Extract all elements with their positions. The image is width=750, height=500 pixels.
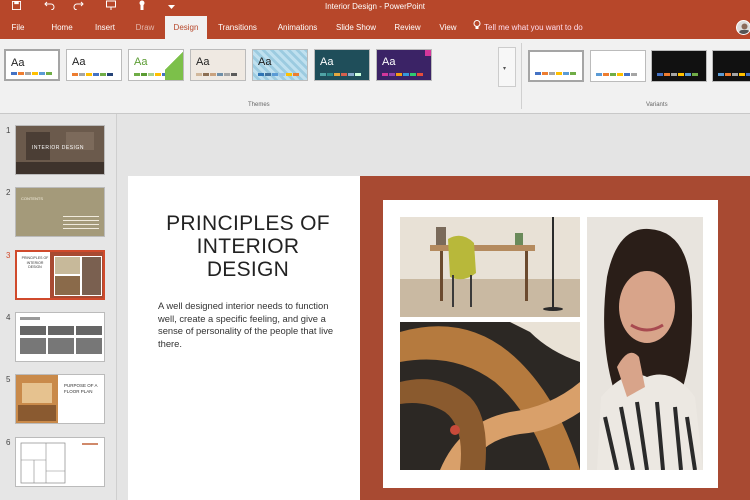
theme-sample-text: Aa bbox=[196, 56, 210, 68]
ribbon-tabs: File Home Insert Draw Design Transitions… bbox=[0, 16, 750, 39]
slide-thumbnail-6[interactable] bbox=[15, 437, 105, 487]
theme-color-bars bbox=[258, 73, 299, 76]
thumbnail-lines bbox=[63, 216, 99, 229]
slide-thumbnail-5[interactable]: PURPOSE OF A FLOOR PLAN bbox=[15, 374, 105, 424]
portrait-photo[interactable] bbox=[587, 217, 703, 470]
design-ribbon: Aa Aa Aa Aa Aa Aa Aa ▾ Themes Variants bbox=[0, 39, 750, 114]
slide-number: 4 bbox=[6, 313, 11, 322]
variant-thumbnail-3[interactable] bbox=[651, 50, 707, 82]
variant-color-bars bbox=[596, 73, 637, 76]
tab-insert[interactable]: Insert bbox=[85, 16, 125, 39]
avatar[interactable] bbox=[736, 20, 750, 35]
slide-number: 2 bbox=[6, 188, 11, 197]
slide-thumbnail-4[interactable] bbox=[15, 312, 105, 362]
themes-group-label: Themes bbox=[248, 102, 270, 108]
tell-me-search[interactable]: Tell me what you want to do bbox=[473, 16, 583, 39]
theme-sample-text: Aa bbox=[134, 56, 148, 68]
thumbnail-photo bbox=[16, 375, 58, 423]
floor-plan-drawing bbox=[20, 442, 98, 484]
theme-color-bars bbox=[382, 73, 423, 76]
theme-thumbnail-7[interactable]: Aa bbox=[376, 49, 432, 81]
theme-sample-text: Aa bbox=[382, 56, 396, 68]
variant-color-bars bbox=[718, 73, 750, 76]
theme-sample-text: Aa bbox=[320, 56, 334, 68]
slide-number: 6 bbox=[6, 438, 11, 447]
slide-canvas[interactable]: PRINCIPLES OF INTERIOR DESIGN A well des… bbox=[128, 176, 750, 500]
tell-me-label: Tell me what you want to do bbox=[484, 23, 583, 32]
theme-thumbnail-1[interactable]: Aa bbox=[4, 49, 60, 81]
variant-thumbnail-4[interactable] bbox=[712, 50, 750, 82]
image-panel bbox=[360, 176, 750, 500]
theme-sample-text: Aa bbox=[11, 57, 25, 69]
theme-color-bars bbox=[196, 73, 237, 76]
slide-thumbnail-title: CONTENTS bbox=[21, 196, 43, 201]
theme-color-bars bbox=[320, 73, 361, 76]
theme-thumbnail-3[interactable]: Aa bbox=[128, 49, 184, 81]
tab-slide-show[interactable]: Slide Show bbox=[330, 16, 382, 39]
theme-color-bars bbox=[11, 72, 52, 75]
slide-thumbnail-title: PRINCIPLES OF INTERIOR DESIGN bbox=[21, 256, 49, 269]
theme-thumbnail-5[interactable]: Aa bbox=[252, 49, 308, 81]
theme-thumbnail-6[interactable]: Aa bbox=[314, 49, 370, 81]
variant-thumbnail-2[interactable] bbox=[590, 50, 646, 82]
gallery-scroll[interactable]: ▾ bbox=[498, 47, 516, 87]
slide-thumbnail-title: PURPOSE OF A FLOOR PLAN bbox=[64, 383, 98, 394]
tab-design[interactable]: Design bbox=[165, 16, 207, 39]
tab-file[interactable]: File bbox=[0, 16, 36, 39]
slide-body-text[interactable]: A well designed interior needs to functi… bbox=[158, 300, 338, 350]
slide-thumbnail-2[interactable]: CONTENTS bbox=[15, 187, 105, 237]
ribbon-divider bbox=[521, 43, 522, 109]
tab-home[interactable]: Home bbox=[42, 16, 82, 39]
variant-color-bars bbox=[535, 72, 576, 75]
slide-number: 3 bbox=[6, 251, 11, 260]
variant-color-bars bbox=[657, 73, 698, 76]
slides-panel: 1 INTERIOR DESIGN 2 CONTENTS 3 PRINCIPLE… bbox=[0, 114, 117, 500]
lightbulb-icon bbox=[473, 16, 481, 39]
title-bar: Interior Design - PowerPoint bbox=[0, 0, 750, 16]
tab-view[interactable]: View bbox=[433, 16, 463, 39]
slide-number: 1 bbox=[6, 126, 11, 135]
chair-photo[interactable] bbox=[400, 217, 580, 317]
staircase-photo[interactable] bbox=[400, 322, 580, 470]
theme-color-bars bbox=[72, 73, 113, 76]
theme-thumbnail-2[interactable]: Aa bbox=[66, 49, 122, 81]
theme-thumbnail-4[interactable]: Aa bbox=[190, 49, 246, 81]
slide-title[interactable]: PRINCIPLES OF INTERIOR DESIGN bbox=[158, 212, 338, 281]
thumbnail-image-panel bbox=[50, 252, 103, 298]
window-title: Interior Design - PowerPoint bbox=[324, 2, 426, 11]
slide-thumbnail-1[interactable]: INTERIOR DESIGN bbox=[15, 125, 105, 175]
theme-sample-text: Aa bbox=[258, 56, 272, 68]
slide-number: 5 bbox=[6, 375, 11, 384]
photo-frame bbox=[383, 200, 718, 488]
theme-sample-text: Aa bbox=[72, 56, 86, 68]
slide-thumbnail-3[interactable]: PRINCIPLES OF INTERIOR DESIGN bbox=[15, 250, 105, 300]
tab-review[interactable]: Review bbox=[390, 16, 425, 39]
more-icon: ▾ bbox=[503, 66, 507, 72]
tab-animations[interactable]: Animations bbox=[270, 16, 325, 39]
slide-thumbnail-title: INTERIOR DESIGN bbox=[32, 145, 84, 151]
variants-group-label: Variants bbox=[646, 102, 668, 108]
tab-draw[interactable]: Draw bbox=[126, 16, 164, 39]
variant-thumbnail-1[interactable] bbox=[528, 50, 584, 82]
tab-transitions[interactable]: Transitions bbox=[210, 16, 265, 39]
